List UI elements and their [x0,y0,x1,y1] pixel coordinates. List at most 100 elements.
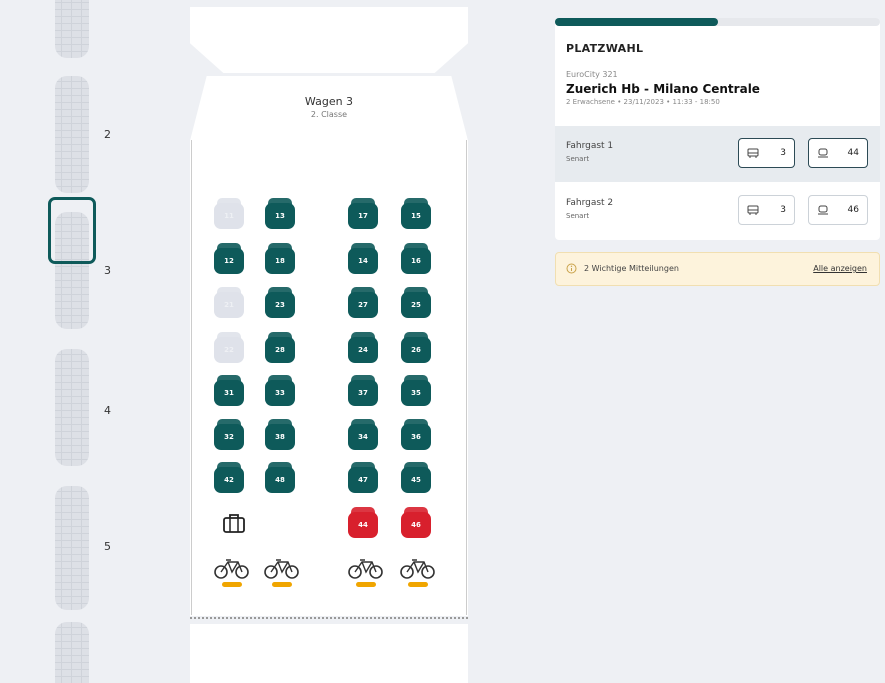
wagon-wall [466,140,467,615]
passenger-row-1[interactable]: Fahrgast 1 Senart 3 44 [555,126,880,182]
seat-number: 11 [224,212,234,220]
seat-18[interactable]: 18 [265,243,295,274]
mini-wagon[interactable] [55,349,89,466]
seat-number: 22 [224,346,234,354]
seat-number: 28 [275,346,285,354]
train-icon [747,148,759,158]
train-icon [747,205,759,215]
seat-value: 46 [847,205,859,215]
seat-number: 44 [358,521,368,529]
wagon-number: 2 [104,128,111,141]
seat-number: 36 [411,433,421,441]
show-all-link[interactable]: Alle anzeigen [813,264,867,273]
seat-15[interactable]: 15 [401,198,431,229]
wagon-value: 3 [780,148,786,158]
seat-value: 44 [847,148,859,158]
seat-36[interactable]: 36 [401,419,431,450]
seat-number: 12 [224,257,234,265]
seat-25[interactable]: 25 [401,287,431,318]
seat-13[interactable]: 13 [265,198,295,229]
seat-32[interactable]: 32 [214,419,244,450]
notice-text: 2 Wichtige Mitteilungen [584,264,679,273]
bike-icon [400,559,435,587]
mini-wagon[interactable] [55,622,89,683]
seat-12[interactable]: 12 [214,243,244,274]
seat-number: 15 [411,212,421,220]
seat-34[interactable]: 34 [348,419,378,450]
passenger-name: Fahrgast 1 [566,141,614,151]
bike-icon [214,559,249,587]
seat-31[interactable]: 31 [214,375,244,406]
panel-heading: PLATZWAHL [566,42,644,55]
seat-21: 21 [214,287,244,318]
seat-35[interactable]: 35 [401,375,431,406]
seat-17[interactable]: 17 [348,198,378,229]
mini-wagon[interactable] [55,486,89,610]
seat-number: 48 [275,476,285,484]
seat-number: 17 [358,212,368,220]
seat-14[interactable]: 14 [348,243,378,274]
seat-number: 26 [411,346,421,354]
passenger-type: Senart [566,212,590,220]
seat-33[interactable]: 33 [265,375,295,406]
seat-48[interactable]: 48 [265,462,295,493]
seat-icon [818,148,828,158]
wagon-class: 2. Classe [310,110,348,119]
seat-37[interactable]: 37 [348,375,378,406]
seat-26[interactable]: 26 [401,332,431,363]
trip-meta: 2 Erwachsene • 23/11/2023 • 11:33 - 18:5… [566,98,720,106]
seat-28[interactable]: 28 [265,332,295,363]
wagon-number: 3 [104,264,111,277]
seat-number: 25 [411,301,421,309]
wagon-value: 3 [780,205,786,215]
seat-38[interactable]: 38 [265,419,295,450]
seat-number: 24 [358,346,368,354]
seat-number: 37 [358,389,368,397]
wagon-coupling [190,617,468,619]
seat-45[interactable]: 45 [401,462,431,493]
current-wagon-indicator[interactable] [48,197,96,264]
seat-number: 31 [224,389,234,397]
wagon-number: 5 [104,540,111,553]
previous-wagon-end [190,7,468,73]
seat-number: 18 [275,257,285,265]
next-wagon-end [190,624,468,683]
seat-number: 14 [358,257,368,265]
wagon-wall [191,140,192,615]
seat-46[interactable]: 46 [401,507,431,538]
seat-number: 34 [358,433,368,441]
seat-number: 47 [358,476,368,484]
seat-number: 16 [411,257,421,265]
seat-44[interactable]: 44 [348,507,378,538]
seat-icon [818,205,828,215]
mini-wagon[interactable] [55,0,89,58]
seat-number: 38 [275,433,285,441]
mini-wagon[interactable] [55,76,89,193]
seat-number: 45 [411,476,421,484]
passenger-type: Senart [566,155,590,163]
seat-23[interactable]: 23 [265,287,295,318]
luggage-icon [223,514,245,533]
seat-42[interactable]: 42 [214,462,244,493]
seat-number: 33 [275,389,285,397]
seat-24[interactable]: 24 [348,332,378,363]
seat-16[interactable]: 16 [401,243,431,274]
seat-chip[interactable]: 44 [808,138,868,168]
seat-47[interactable]: 47 [348,462,378,493]
notice-banner: 2 Wichtige Mitteilungen Alle anzeigen [555,252,880,286]
passenger-row-2[interactable]: Fahrgast 2 Senart 3 46 [555,183,880,239]
bike-icon [264,559,299,587]
seat-22: 22 [214,332,244,363]
seat-number: 46 [411,521,421,529]
wagon-chip[interactable]: 3 [738,138,795,168]
seat-chip[interactable]: 46 [808,195,868,225]
progress-fill [555,18,718,26]
passenger-name: Fahrgast 2 [566,198,614,208]
seat-number: 35 [411,389,421,397]
seat-27[interactable]: 27 [348,287,378,318]
train-name: EuroCity 321 [566,70,618,79]
seat-number: 13 [275,212,285,220]
wagon-title: Wagen 3 [304,95,354,108]
wagon-chip[interactable]: 3 [738,195,795,225]
bike-icon [348,559,383,587]
